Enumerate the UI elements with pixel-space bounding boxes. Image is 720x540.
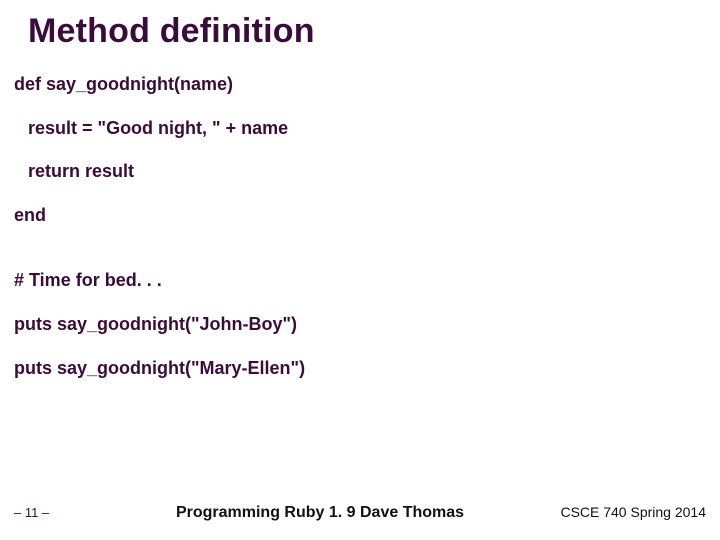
slide-footer: – 11 – Programming Ruby 1. 9 Dave Thomas… (14, 504, 706, 522)
code-line-7: puts say_goodnight("Mary-Ellen") (14, 358, 700, 380)
page-number: – 11 – (14, 505, 94, 520)
code-line-6: puts say_goodnight("John-Boy") (14, 314, 700, 336)
slide-title: Method definition (28, 12, 315, 51)
blank-line (14, 248, 700, 270)
code-line-5: # Time for bed. . . (14, 270, 700, 292)
footer-center: Programming Ruby 1. 9 Dave Thomas (94, 504, 546, 522)
code-line-1: def say_goodnight(name) (14, 74, 700, 96)
code-line-2: result = "Good night, " + name (14, 118, 700, 140)
slide: Method definition def say_goodnight(name… (0, 0, 720, 540)
footer-right: CSCE 740 Spring 2014 (546, 504, 706, 520)
slide-body: def say_goodnight(name) result = "Good n… (14, 74, 700, 401)
code-line-4: end (14, 205, 700, 227)
code-line-3: return result (14, 161, 700, 183)
